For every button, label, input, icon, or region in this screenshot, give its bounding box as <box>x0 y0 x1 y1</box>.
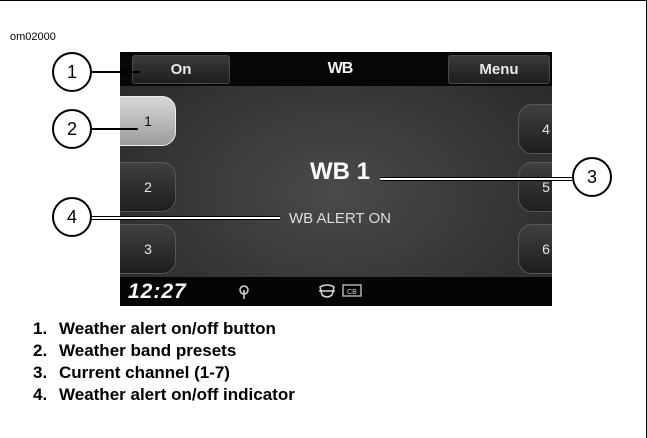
preset-4-button[interactable]: 4 <box>518 104 552 154</box>
callout-2: 2 <box>52 109 92 149</box>
frame-top-border <box>0 0 646 1</box>
preset-6-button[interactable]: 6 <box>518 224 552 274</box>
callout-3-leader <box>380 177 572 181</box>
on-button[interactable]: On <box>132 55 230 84</box>
legend-number: 4. <box>33 385 48 404</box>
current-channel: WB 1 <box>310 158 370 185</box>
clock: 12:27 <box>128 280 187 303</box>
legend-text: Weather band presets <box>59 341 237 360</box>
legend-number: 2. <box>33 341 48 360</box>
callout-1-leader <box>90 71 140 73</box>
legend-text: Weather alert on/off indicator <box>59 385 295 404</box>
callout-4: 4 <box>52 197 92 237</box>
preset-3-button[interactable]: 3 <box>120 224 176 274</box>
legend-text: Current channel (1-7) <box>59 363 230 382</box>
callout-4-leader <box>90 216 280 220</box>
preset-1-button[interactable]: 1 <box>120 96 176 146</box>
menu-button[interactable]: Menu <box>448 55 550 84</box>
legend-text: Weather alert on/off button <box>59 319 276 338</box>
screen-title: WB <box>327 60 354 77</box>
cb-icon: CB <box>342 284 362 297</box>
callout-3: 3 <box>572 157 612 197</box>
cb-label: CB <box>347 289 357 296</box>
legend-item: 4. Weather alert on/off indicator <box>33 384 295 406</box>
preset-2-button[interactable]: 2 <box>120 162 176 212</box>
legend-number: 3. <box>33 363 48 382</box>
status-bar: 12:27 CB <box>120 277 552 306</box>
harley-shield-icon <box>319 284 335 298</box>
callout-2-leader <box>90 128 138 130</box>
legend-list: 1. Weather alert on/off button 2. Weather … <box>33 318 295 406</box>
legend-item: 1. Weather alert on/off button <box>33 318 295 340</box>
top-bar: On WB Menu <box>120 52 552 86</box>
callout-1: 1 <box>52 52 92 92</box>
preset-5-button[interactable]: 5 <box>518 162 552 212</box>
legend-item: 2. Weather band presets <box>33 340 295 362</box>
legend-number: 1. <box>33 319 48 338</box>
figure-id: om02000 <box>10 31 56 43</box>
antenna-icon <box>239 285 249 299</box>
legend-item: 3. Current channel (1-7) <box>33 362 295 384</box>
